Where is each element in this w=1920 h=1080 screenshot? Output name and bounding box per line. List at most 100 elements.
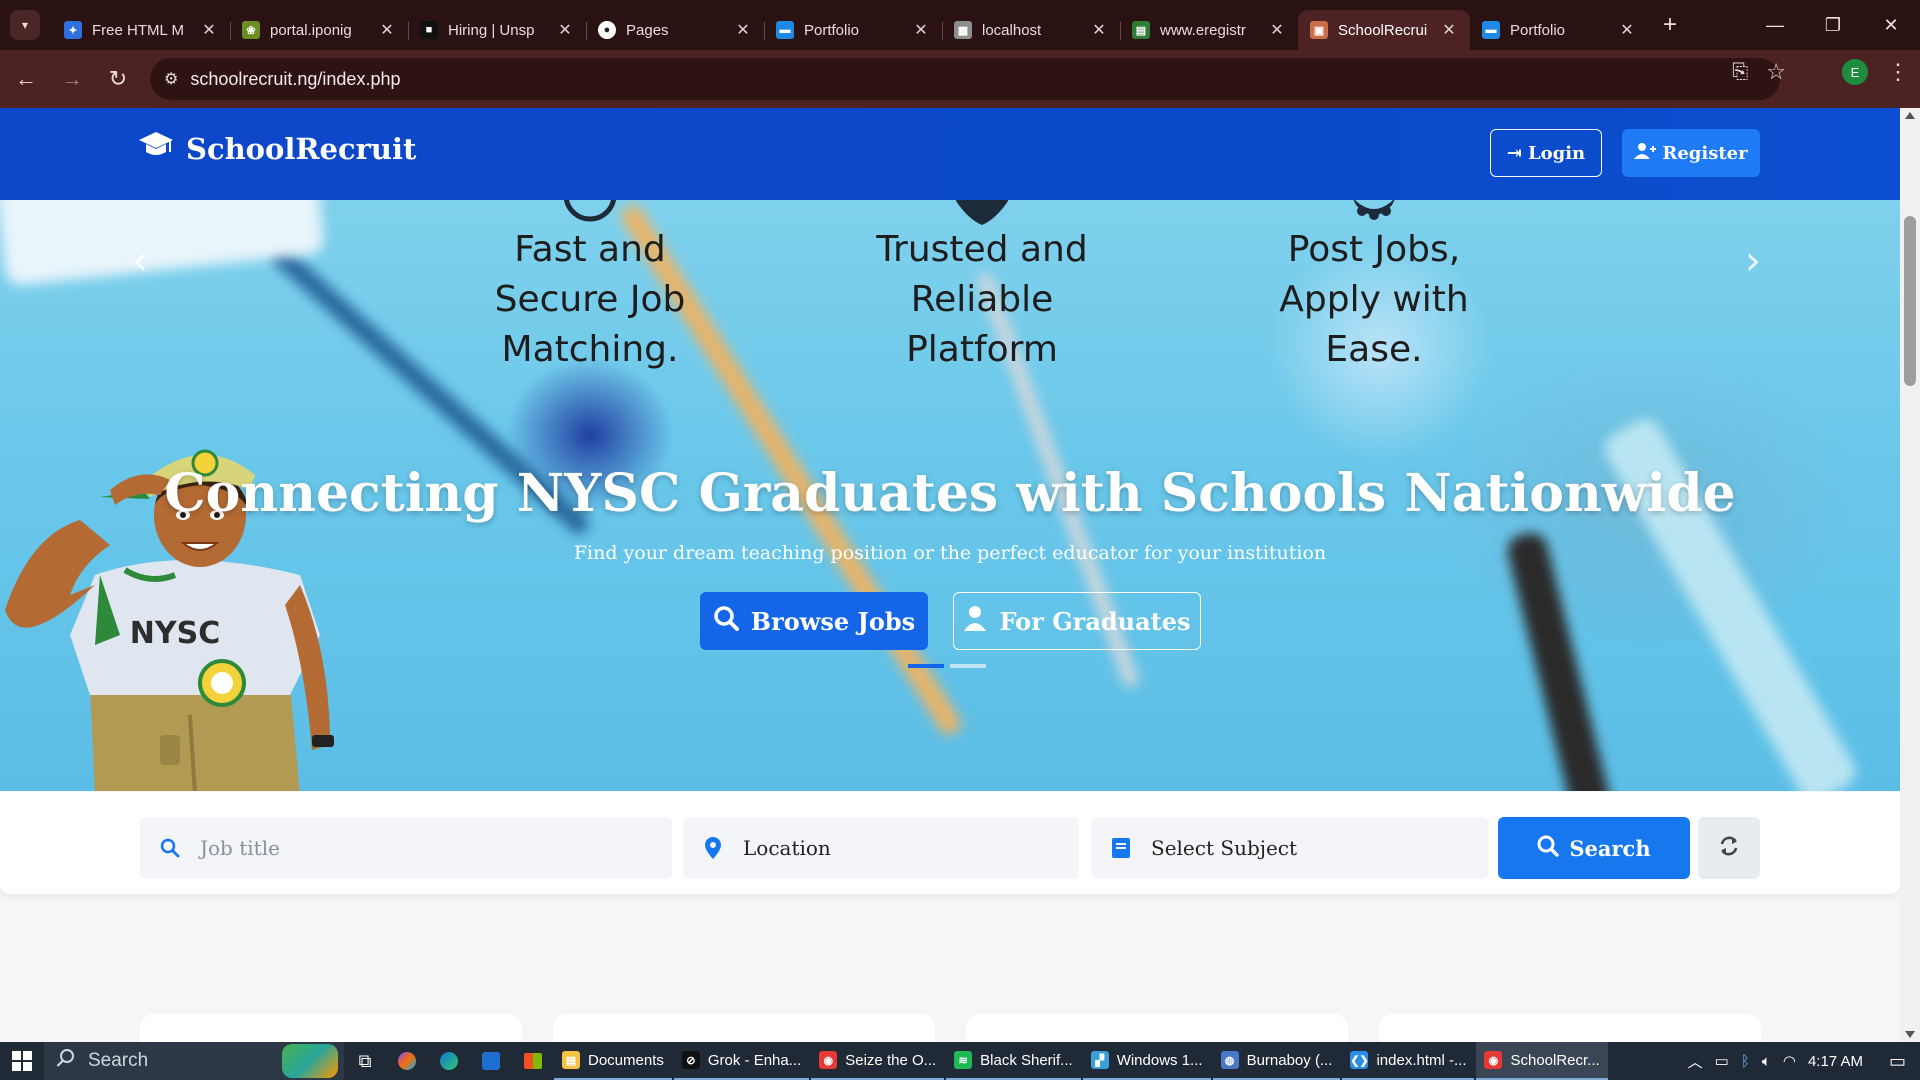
for-graduates-button[interactable]: For Graduates [953, 592, 1201, 650]
new-tab-button[interactable]: + [1652, 7, 1688, 43]
task-view-icon[interactable]: ⧉ [344, 1042, 386, 1080]
taskbar-app-label: SchoolRecr... [1510, 1051, 1600, 1069]
blurred-paper [0, 200, 325, 287]
search-icon [1537, 835, 1560, 862]
tab-close-icon[interactable]: ✕ [734, 20, 752, 40]
page-scrollbar[interactable] [1900, 108, 1920, 1042]
minimize-button[interactable]: — [1746, 0, 1804, 50]
brand-logo[interactable]: SchoolRecruit [138, 130, 416, 167]
search-icon [713, 605, 739, 637]
bluetooth-icon[interactable]: ᛒ [1741, 1053, 1750, 1070]
tab-close-icon[interactable]: ✕ [556, 20, 574, 40]
tab-title: portal.iponig [270, 21, 352, 39]
browse-jobs-button[interactable]: Browse Jobs [700, 592, 928, 650]
browser-tab[interactable]: ● Pages ✕ [586, 10, 764, 50]
wifi-icon[interactable]: ◠ [1783, 1052, 1796, 1070]
subject-select[interactable]: Select Subject [1091, 817, 1488, 879]
tab-search-button[interactable]: ▾ [10, 10, 40, 40]
taskbar-app[interactable]: ◉ Seize the O... [811, 1042, 945, 1080]
taskbar-app-label: Documents [588, 1051, 664, 1069]
tab-favicon-icon: ✦ [64, 21, 82, 39]
register-label: Register [1662, 142, 1748, 164]
browse-jobs-label: Browse Jobs [750, 606, 916, 636]
url-text[interactable]: schoolrecruit.ng/index.php [190, 69, 400, 90]
clock-time[interactable]: 4:17 AM [1808, 1053, 1863, 1070]
tab-title: localhost [982, 21, 1042, 39]
forward-button[interactable]: → [52, 59, 92, 99]
search-button[interactable]: Search [1498, 817, 1690, 879]
user-icon [963, 605, 987, 637]
taskbar-app[interactable]: ≋ Black Sherif... [946, 1042, 1081, 1080]
browser-tab[interactable]: ■ Hiring | Unsp ✕ [408, 10, 586, 50]
browser-tab[interactable]: ▬ Portfolio ✕ [764, 10, 942, 50]
taskbar-app-label: Seize the O... [845, 1051, 937, 1069]
taskbar-search-placeholder: Search [88, 1050, 149, 1071]
taskbar-app[interactable]: ◍ Burnaboy (... [1212, 1042, 1341, 1080]
bookmark-star-icon[interactable]: ☆ [1766, 59, 1786, 85]
browser-tab[interactable]: ✦ Free HTML M ✕ [52, 10, 230, 50]
taskbar-app[interactable]: ⊘ Grok - Enha... [673, 1042, 810, 1080]
carousel-indicator[interactable] [950, 664, 986, 668]
site-info-icon[interactable]: ⚙ [164, 69, 178, 89]
start-button[interactable] [0, 1042, 44, 1080]
browser-menu-icon[interactable]: ⋮ [1886, 59, 1910, 85]
browser-tab[interactable]: ▦ localhost ✕ [942, 10, 1120, 50]
chevron-up-icon[interactable]: ︿ [1688, 1051, 1703, 1072]
job-card[interactable] [1379, 1014, 1761, 1042]
taskbar-search-box[interactable]: Search [44, 1042, 344, 1080]
browser-tab[interactable]: ▬ Portfolio ✕ [1470, 10, 1648, 50]
tab-close-icon[interactable]: ✕ [912, 20, 930, 40]
search-icon [140, 838, 200, 858]
taskbar-app[interactable]: ▞ Windows 1... [1082, 1042, 1211, 1080]
volume-icon[interactable]: 🔈︎ [1762, 1053, 1771, 1070]
register-button[interactable]: Register [1622, 129, 1760, 177]
tab-close-icon[interactable]: ✕ [200, 20, 218, 40]
carousel-indicator[interactable] [908, 664, 944, 668]
browser-tab[interactable]: ▣ SchoolRecrui ✕ [1298, 10, 1470, 50]
brand-name: SchoolRecruit [186, 131, 417, 166]
tab-close-icon[interactable]: ✕ [1090, 20, 1108, 40]
tab-close-icon[interactable]: ✕ [1440, 20, 1458, 40]
taskbar-app[interactable]: ▤ Documents [554, 1042, 672, 1080]
tab-close-icon[interactable]: ✕ [1618, 20, 1636, 40]
reload-button[interactable]: ↻ [98, 59, 138, 99]
shirt-text: NYSC [130, 616, 220, 651]
carousel-prev-arrow[interactable]: ‹ [132, 238, 148, 284]
copilot-icon[interactable] [386, 1042, 428, 1080]
battery-icon[interactable]: ▭ [1715, 1052, 1729, 1070]
refresh-icon [1718, 835, 1740, 862]
restore-button[interactable]: ❐ [1804, 0, 1862, 50]
scroll-down-arrow[interactable] [1905, 1031, 1915, 1038]
job-card[interactable] [140, 1014, 522, 1042]
job-title-field[interactable]: Job title [140, 817, 672, 879]
tab-title: Portfolio [1510, 21, 1566, 39]
browser-tab[interactable]: ▤ www.eregistr ✕ [1120, 10, 1298, 50]
job-card[interactable] [966, 1014, 1348, 1042]
address-bar[interactable]: ⚙ schoolrecruit.ng/index.php [150, 58, 1780, 100]
carousel-next-arrow[interactable]: › [1745, 238, 1761, 284]
browser-toolbar: ← → ↻ ⚙ schoolrecruit.ng/index.php ⎘ ☆ E… [0, 50, 1920, 108]
sign-in-icon: ⇥ [1506, 142, 1522, 164]
edge-icon[interactable] [428, 1042, 470, 1080]
back-button[interactable]: ← [6, 59, 46, 99]
location-field[interactable]: Location [683, 817, 1079, 879]
subject-value: Select Subject [1151, 836, 1298, 860]
taskbar-app[interactable]: ◉ SchoolRecr... [1476, 1042, 1608, 1080]
store-icon[interactable] [512, 1042, 554, 1080]
scrollbar-thumb[interactable] [1904, 216, 1916, 386]
close-window-button[interactable]: ✕ [1862, 0, 1920, 50]
outlook-icon[interactable] [470, 1042, 512, 1080]
reset-search-button[interactable] [1698, 817, 1760, 879]
notifications-icon[interactable]: ▭ [1889, 1051, 1906, 1072]
tab-close-icon[interactable]: ✕ [1268, 20, 1286, 40]
job-card[interactable] [553, 1014, 935, 1042]
browser-tab[interactable]: ❀ portal.iponig ✕ [230, 10, 408, 50]
profile-avatar[interactable]: E [1842, 59, 1868, 85]
login-label: Login [1527, 142, 1586, 164]
tab-title: www.eregistr [1160, 21, 1246, 39]
scroll-up-arrow[interactable] [1905, 112, 1915, 119]
tab-close-icon[interactable]: ✕ [378, 20, 396, 40]
taskbar-app[interactable]: ❮❯ index.html -... [1342, 1042, 1475, 1080]
install-app-icon[interactable]: ⎘ [1732, 61, 1748, 84]
login-button[interactable]: ⇥ Login [1490, 129, 1602, 177]
